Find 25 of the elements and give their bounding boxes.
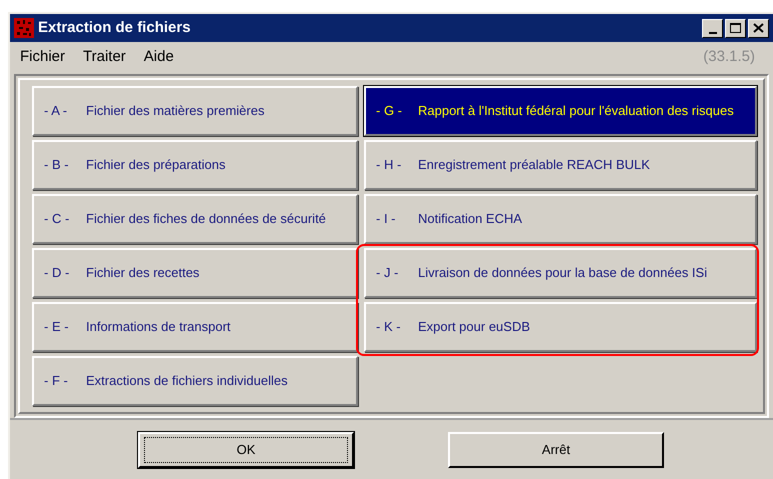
menu-option-button[interactable]: - A - Fichier des matières premières <box>32 86 358 136</box>
close-button[interactable] <box>748 18 769 38</box>
menu-option-button[interactable]: - K - Export pour euSDB <box>364 302 757 352</box>
dialog-button[interactable]: OK <box>138 432 354 468</box>
menu-option-button[interactable]: - G - Rapport à l'Institut fédéral pour l'évaluation des risques <box>364 86 757 136</box>
close-icon <box>753 23 764 33</box>
menu-option-button[interactable]: - F - Extractions de fichiers individuelles <box>32 356 358 406</box>
menu-item[interactable]: Fichier <box>20 46 66 68</box>
app-icon <box>14 18 34 38</box>
menu-item[interactable]: Traiter <box>83 46 126 68</box>
menu-option-button[interactable]: - E - Informations de transport <box>32 302 358 352</box>
window-title: Extraction de fichiers <box>38 18 192 38</box>
menu-option-button[interactable]: - I - Notification ECHA <box>364 194 757 244</box>
menu-item[interactable]: Aide <box>144 46 174 68</box>
menu-option-button[interactable]: - H - Enregistrement préalable REACH BULK <box>364 140 757 190</box>
minimize-icon <box>708 32 716 34</box>
menu-option-button[interactable]: - B - Fichier des préparations <box>32 140 358 190</box>
maximize-button[interactable] <box>725 18 746 38</box>
dialog-button[interactable]: Arrêt <box>448 432 664 468</box>
version-label: (33.1.5) <box>703 46 756 67</box>
menu-option-button[interactable]: - J - Livraison de données pour la base de données ISi <box>364 248 757 298</box>
menu-option-button[interactable]: - C - Fichier des fiches de données de sécurité <box>32 194 358 244</box>
menu-option-button[interactable]: - D - Fichier des recettes <box>32 248 358 298</box>
maximize-icon <box>730 23 741 33</box>
minimize-button[interactable] <box>702 18 723 38</box>
